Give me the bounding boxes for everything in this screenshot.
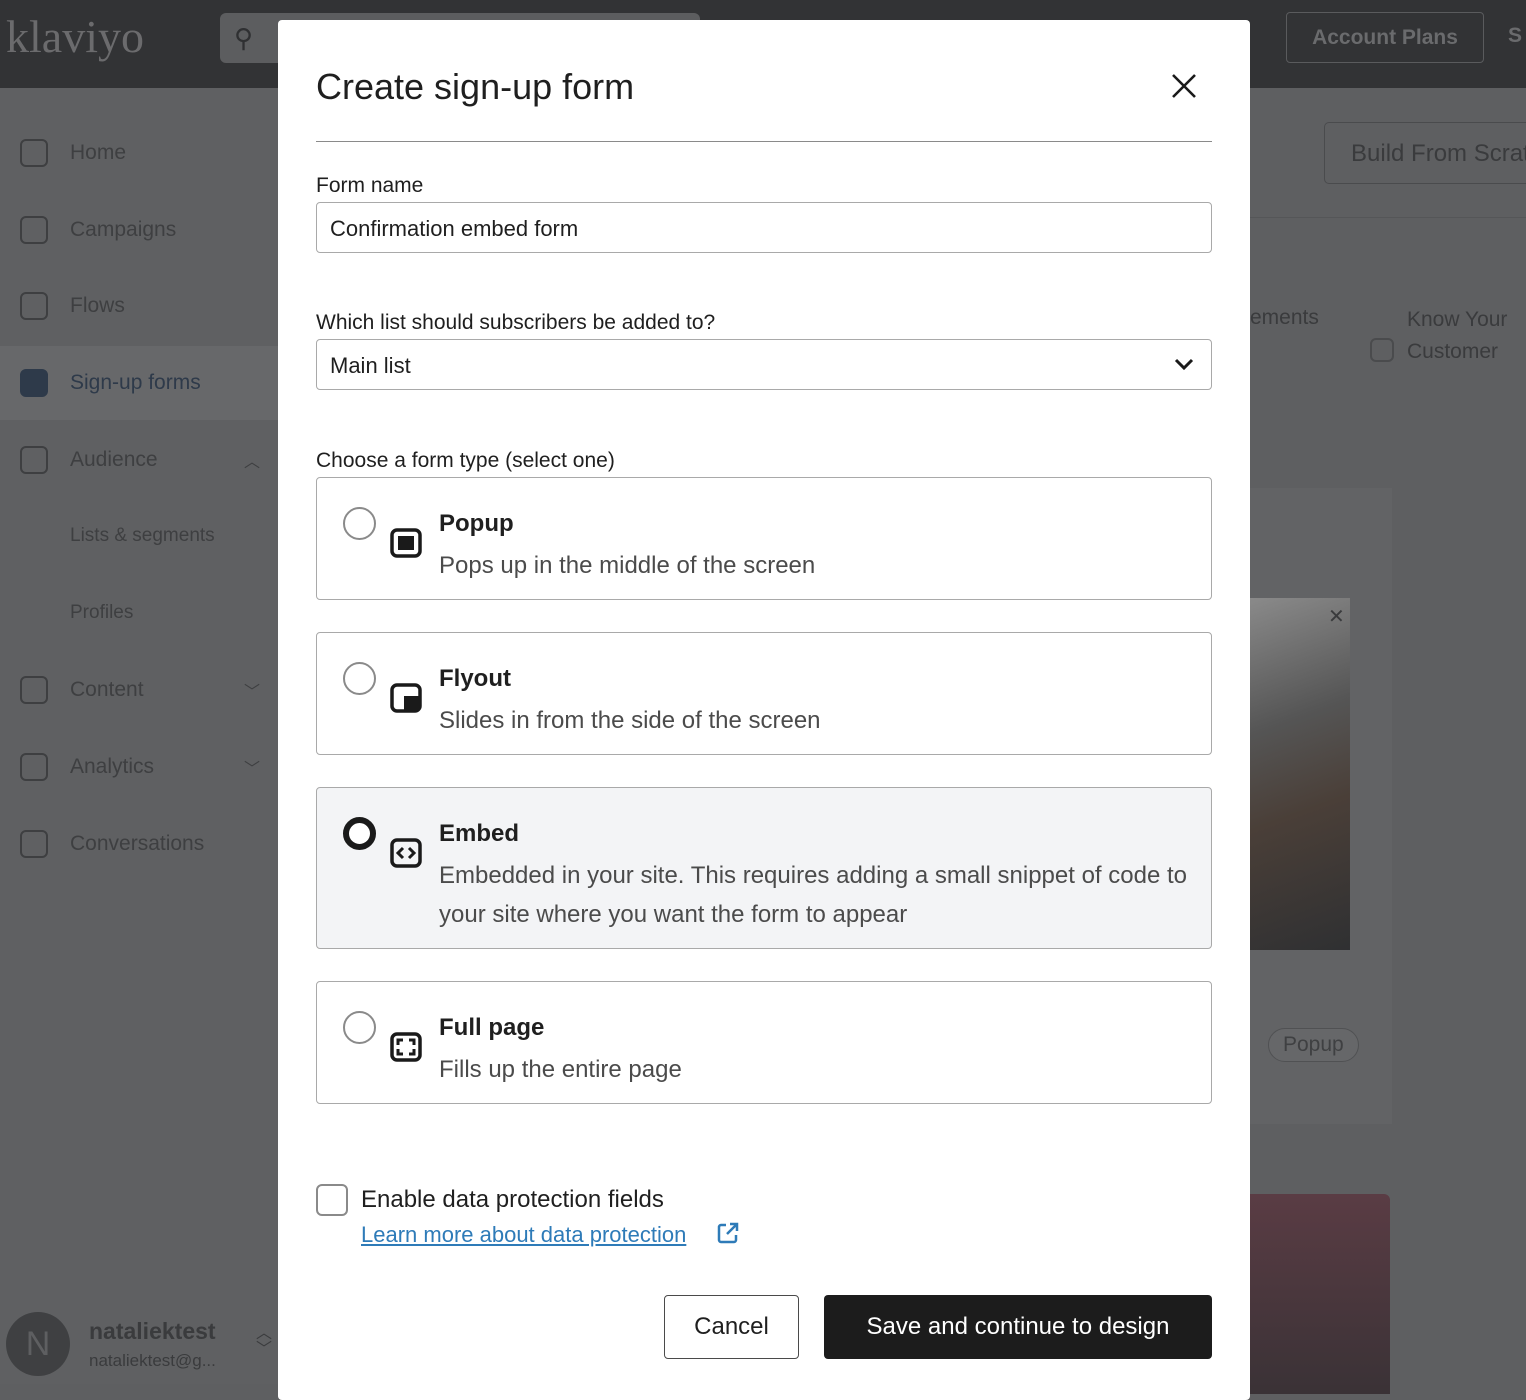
radio-flyout[interactable] <box>343 662 376 695</box>
audience-icon <box>20 446 48 474</box>
chevron-down-icon: ﹀ <box>243 761 260 778</box>
option-description: Embedded in your site. This requires add… <box>439 862 1187 928</box>
sidebar-item-analytics[interactable]: Analytics ﹀ <box>0 730 278 804</box>
form-type-option-popup[interactable]: Popup Pops up in the middle of the scree… <box>316 477 1212 600</box>
chevron-up-icon: ︿ <box>243 454 260 471</box>
data-protection-checkbox[interactable] <box>316 1184 348 1216</box>
option-title: Popup <box>439 510 514 537</box>
form-icon <box>20 369 48 397</box>
divider <box>316 141 1212 142</box>
chevron-down-icon: ﹀ <box>243 684 260 701</box>
save-continue-button[interactable]: Save and continue to design <box>824 1295 1212 1359</box>
template-card[interactable] <box>1250 1194 1390 1394</box>
sidebar-item-content[interactable]: Content ﹀ <box>0 653 278 727</box>
option-title: Flyout <box>439 665 511 692</box>
template-card[interactable]: ✕ Popup <box>1250 488 1392 1124</box>
sidebar-item-flows[interactable]: Flows <box>0 269 278 343</box>
background-content: Build From Scratch ements Know Your Cust… <box>1250 88 1526 1394</box>
avatar[interactable]: N <box>6 1312 70 1376</box>
user-email: nataliektest@g... <box>89 1351 216 1370</box>
filter-label: ements <box>1250 306 1319 329</box>
klaviyo-logo[interactable]: klaviyo <box>6 10 144 63</box>
dialog-title: Create sign-up form <box>316 66 635 107</box>
close-icon: ✕ <box>1328 606 1345 628</box>
close-icon[interactable] <box>1168 70 1200 102</box>
data-protection-label: Enable data protection fields <box>361 1186 664 1213</box>
learn-more-link[interactable]: Learn more about data protection <box>361 1222 686 1248</box>
sidebar-item-label: Flows <box>70 294 125 317</box>
cancel-button[interactable]: Cancel <box>664 1295 799 1359</box>
radio-embed-selected[interactable] <box>343 817 376 850</box>
option-description: Pops up in the middle of the screen <box>439 552 816 579</box>
chat-icon <box>20 830 48 858</box>
chevron-down-icon <box>1174 358 1194 371</box>
sidebar-item-signup-forms[interactable]: Sign-up forms <box>0 346 278 420</box>
option-description: Slides in from the side of the screen <box>439 707 821 734</box>
create-signup-form-dialog: Create sign-up form Form name Confirmati… <box>278 20 1250 1400</box>
sidebar-item-home[interactable]: Home <box>0 116 278 190</box>
flyout-icon <box>390 683 422 713</box>
support-button[interactable]: S <box>1508 24 1522 48</box>
sidebar-subitem-lists-segments[interactable]: Lists & segments <box>70 525 215 547</box>
sidebar-item-label: Audience <box>70 448 158 471</box>
sidebar-item-conversations[interactable]: Conversations <box>0 807 278 881</box>
external-link-icon[interactable] <box>716 1221 740 1245</box>
radio-popup[interactable] <box>343 507 376 540</box>
filter-kyc-label: Know Your Customer <box>1407 308 1508 363</box>
home-icon <box>20 139 48 167</box>
search-icon: ⚲ <box>234 23 254 53</box>
radio-full-page[interactable] <box>343 1011 376 1044</box>
option-description: Fills up the entire page <box>439 1056 682 1083</box>
option-title: Full page <box>439 1014 545 1041</box>
sidebar-item-campaigns[interactable]: Campaigns <box>0 193 278 267</box>
sidebar-item-label: Analytics <box>70 755 155 778</box>
account-plans-button[interactable]: Account Plans <box>1286 12 1484 63</box>
embed-code-icon <box>390 838 422 868</box>
sidebar-item-audience[interactable]: Audience ︿ <box>0 423 278 497</box>
form-type-option-full-page[interactable]: Full page Fills up the entire page <box>316 981 1212 1104</box>
send-icon <box>20 216 48 244</box>
build-from-scratch-button[interactable]: Build From Scratch <box>1324 122 1526 184</box>
list-select[interactable]: Main list <box>316 339 1212 390</box>
list-label: Which list should subscribers be added t… <box>316 311 716 334</box>
sidebar-item-label: Campaigns <box>70 218 177 241</box>
user-name: nataliektest <box>89 1318 216 1344</box>
fullpage-icon <box>390 1032 422 1062</box>
sidebar: Home Campaigns Flows Sign-up forms Audie… <box>0 88 278 1384</box>
list-select-value: Main list <box>330 353 411 378</box>
template-type-badge: Popup <box>1268 1028 1359 1062</box>
analytics-icon <box>20 753 48 781</box>
form-type-option-embed[interactable]: Embed Embedded in your site. This requir… <box>316 787 1212 949</box>
popup-icon <box>390 528 422 558</box>
sidebar-item-label: Home <box>70 141 127 164</box>
sidebar-subitem-profiles[interactable]: Profiles <box>70 602 133 624</box>
sidebar-item-label: Content <box>70 678 144 701</box>
flows-icon <box>20 292 48 320</box>
form-name-input[interactable]: Confirmation embed form <box>316 202 1212 253</box>
form-type-label: Choose a form type (select one) <box>316 449 615 472</box>
template-preview-image <box>1250 598 1350 950</box>
divider <box>1250 217 1526 218</box>
sidebar-item-label: Conversations <box>70 832 205 855</box>
sidebar-item-label: Sign-up forms <box>70 371 201 394</box>
form-name-label: Form name <box>316 174 424 197</box>
filter-checkbox[interactable] <box>1370 338 1394 362</box>
account-switcher-icon[interactable]: ︿ ﹀ <box>256 1326 272 1358</box>
form-type-option-flyout[interactable]: Flyout Slides in from the side of the sc… <box>316 632 1212 755</box>
content-icon <box>20 676 48 704</box>
option-title: Embed <box>439 820 520 847</box>
